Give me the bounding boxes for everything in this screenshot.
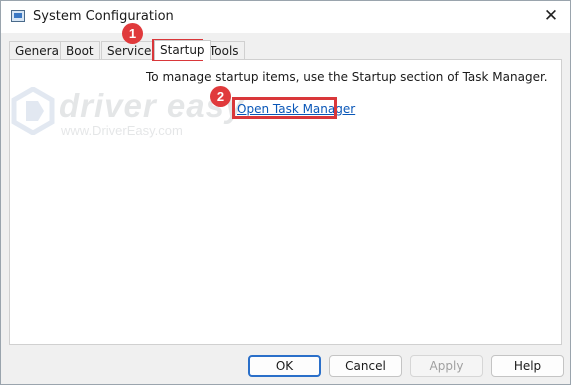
startup-info-text: To manage startup items, use the Startup… — [146, 70, 548, 84]
window-title: System Configuration — [33, 9, 174, 24]
step-1-badge: 1 — [122, 23, 143, 44]
title-bar[interactable]: System Configuration ✕ — [1, 1, 570, 33]
ok-button[interactable]: OK — [248, 355, 321, 377]
app-icon — [11, 10, 25, 22]
system-configuration-window: System Configuration ✕ General Boot Serv… — [0, 0, 571, 385]
watermark-url: www.DriverEasy.com — [61, 123, 183, 138]
watermark-logo-icon — [11, 86, 55, 136]
tab-startup[interactable]: Startup — [154, 40, 211, 60]
cancel-button[interactable]: Cancel — [329, 355, 402, 377]
tab-boot[interactable]: Boot — [60, 41, 100, 59]
close-icon[interactable]: ✕ — [540, 5, 562, 27]
watermark: driver easy www.DriverEasy.com — [11, 86, 243, 138]
step-2-badge: 2 — [210, 86, 231, 107]
open-task-manager-link[interactable]: Open Task Manager — [237, 102, 355, 116]
apply-button[interactable]: Apply — [410, 355, 483, 377]
help-button[interactable]: Help — [491, 355, 564, 377]
